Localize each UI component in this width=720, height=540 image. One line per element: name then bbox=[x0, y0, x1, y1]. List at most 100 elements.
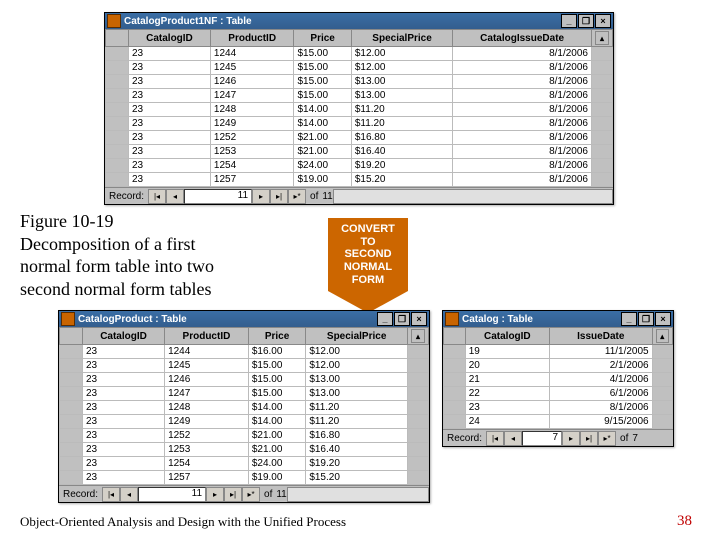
col-catalogid[interactable]: CatalogID bbox=[83, 328, 165, 345]
cell[interactable]: 1252 bbox=[210, 131, 294, 145]
cell[interactable]: 1244 bbox=[210, 47, 294, 61]
cell[interactable]: $12.00 bbox=[306, 359, 408, 373]
cell[interactable]: $21.00 bbox=[294, 131, 351, 145]
record-number[interactable]: 11 bbox=[184, 189, 252, 204]
cell[interactable]: 1247 bbox=[210, 89, 294, 103]
col-specialprice[interactable]: SpecialPrice bbox=[351, 30, 452, 47]
col-price[interactable]: Price bbox=[248, 328, 305, 345]
cell[interactable]: 23 bbox=[129, 145, 211, 159]
cell[interactable]: $15.00 bbox=[294, 89, 351, 103]
row-selector[interactable] bbox=[106, 47, 129, 61]
cell[interactable]: $14.00 bbox=[248, 401, 305, 415]
cell[interactable]: 24 bbox=[465, 415, 549, 429]
cell[interactable]: 20 bbox=[465, 359, 549, 373]
col-specialprice[interactable]: SpecialPrice bbox=[306, 328, 408, 345]
minimize-button[interactable]: _ bbox=[377, 312, 393, 326]
row-selector[interactable] bbox=[106, 159, 129, 173]
cell[interactable]: $19.20 bbox=[306, 457, 408, 471]
cell[interactable]: $16.80 bbox=[351, 131, 452, 145]
cell[interactable]: 23 bbox=[129, 75, 211, 89]
col-issuedate[interactable]: IssueDate bbox=[549, 328, 652, 345]
row-selector[interactable] bbox=[60, 345, 83, 359]
cell[interactable]: $12.00 bbox=[351, 61, 452, 75]
cell[interactable]: 23 bbox=[465, 401, 549, 415]
cell[interactable]: 23 bbox=[129, 61, 211, 75]
row-selector[interactable] bbox=[106, 103, 129, 117]
nav-last-button[interactable]: ▸| bbox=[224, 487, 242, 502]
cell[interactable]: 8/1/2006 bbox=[453, 61, 592, 75]
col-price[interactable]: Price bbox=[294, 30, 351, 47]
row-selector[interactable] bbox=[444, 387, 466, 401]
row-selector[interactable] bbox=[444, 345, 466, 359]
cell[interactable]: 4/1/2006 bbox=[549, 373, 652, 387]
row-selector[interactable] bbox=[60, 429, 83, 443]
cell[interactable]: 2/1/2006 bbox=[549, 359, 652, 373]
cell[interactable]: 1245 bbox=[210, 61, 294, 75]
cell[interactable]: 1254 bbox=[210, 159, 294, 173]
restore-button[interactable]: ❐ bbox=[638, 312, 654, 326]
scroll-up-icon[interactable]: ▴ bbox=[411, 329, 425, 343]
cell[interactable]: 1244 bbox=[165, 345, 249, 359]
cell[interactable]: 23 bbox=[83, 415, 165, 429]
nav-last-button[interactable]: ▸| bbox=[580, 431, 598, 446]
titlebar[interactable]: CatalogProduct1NF : Table _ ❐ × bbox=[105, 13, 613, 29]
cell[interactable]: $14.00 bbox=[294, 103, 351, 117]
row-selector[interactable] bbox=[60, 373, 83, 387]
row-selector[interactable] bbox=[60, 401, 83, 415]
cell[interactable]: $13.00 bbox=[351, 75, 452, 89]
cell[interactable]: $24.00 bbox=[248, 457, 305, 471]
cell[interactable]: 23 bbox=[83, 457, 165, 471]
cell[interactable]: 8/1/2006 bbox=[453, 89, 592, 103]
scroll-up-icon[interactable]: ▴ bbox=[595, 31, 609, 45]
cell[interactable]: $15.00 bbox=[248, 359, 305, 373]
nav-new-button[interactable]: ▸* bbox=[242, 487, 260, 502]
cell[interactable]: 23 bbox=[83, 359, 165, 373]
nav-first-button[interactable]: |◂ bbox=[486, 431, 504, 446]
row-selector[interactable] bbox=[60, 415, 83, 429]
cell[interactable]: $14.00 bbox=[248, 415, 305, 429]
cell[interactable]: 1252 bbox=[165, 429, 249, 443]
titlebar[interactable]: CatalogProduct : Table _ ❐ × bbox=[59, 311, 429, 327]
nav-new-button[interactable]: ▸* bbox=[598, 431, 616, 446]
close-button[interactable]: × bbox=[595, 14, 611, 28]
cell[interactable]: 1257 bbox=[210, 173, 294, 187]
scroll-up-icon[interactable]: ▴ bbox=[656, 329, 669, 343]
col-catalogid[interactable]: CatalogID bbox=[465, 328, 549, 345]
cell[interactable]: 8/1/2006 bbox=[549, 401, 652, 415]
titlebar[interactable]: Catalog : Table _ ❐ × bbox=[443, 311, 673, 327]
cell[interactable]: $19.00 bbox=[248, 471, 305, 485]
nav-prev-button[interactable]: ◂ bbox=[120, 487, 138, 502]
cell[interactable]: 23 bbox=[83, 345, 165, 359]
cell[interactable]: 1248 bbox=[210, 103, 294, 117]
cell[interactable]: $11.20 bbox=[306, 401, 408, 415]
nav-prev-button[interactable]: ◂ bbox=[166, 189, 184, 204]
cell[interactable]: 8/1/2006 bbox=[453, 159, 592, 173]
cell[interactable]: $12.00 bbox=[351, 47, 452, 61]
row-selector[interactable] bbox=[106, 173, 129, 187]
record-number[interactable]: 7 bbox=[522, 431, 562, 446]
cell[interactable]: $12.00 bbox=[306, 345, 408, 359]
row-selector[interactable] bbox=[444, 373, 466, 387]
cell[interactable]: $21.00 bbox=[248, 443, 305, 457]
cell[interactable]: 1247 bbox=[165, 387, 249, 401]
row-selector[interactable] bbox=[106, 117, 129, 131]
nav-new-button[interactable]: ▸* bbox=[288, 189, 306, 204]
cell[interactable]: 23 bbox=[129, 47, 211, 61]
cell[interactable]: $19.00 bbox=[294, 173, 351, 187]
minimize-button[interactable]: _ bbox=[621, 312, 637, 326]
cell[interactable]: 11/1/2005 bbox=[549, 345, 652, 359]
cell[interactable]: $15.00 bbox=[294, 75, 351, 89]
cell[interactable]: 8/1/2006 bbox=[453, 117, 592, 131]
nav-next-button[interactable]: ▸ bbox=[206, 487, 224, 502]
cell[interactable]: 1253 bbox=[210, 145, 294, 159]
grid[interactable]: CatalogID ProductID Price SpecialPrice ▴… bbox=[59, 327, 429, 485]
cell[interactable]: 23 bbox=[129, 159, 211, 173]
grid[interactable]: CatalogID ProductID Price SpecialPrice C… bbox=[105, 29, 613, 187]
col-productid[interactable]: ProductID bbox=[210, 30, 294, 47]
cell[interactable]: $24.00 bbox=[294, 159, 351, 173]
horizontal-scrollbar[interactable] bbox=[333, 189, 613, 204]
cell[interactable]: $13.00 bbox=[306, 387, 408, 401]
cell[interactable]: 8/1/2006 bbox=[453, 145, 592, 159]
cell[interactable]: 23 bbox=[129, 173, 211, 187]
cell[interactable]: 23 bbox=[83, 401, 165, 415]
